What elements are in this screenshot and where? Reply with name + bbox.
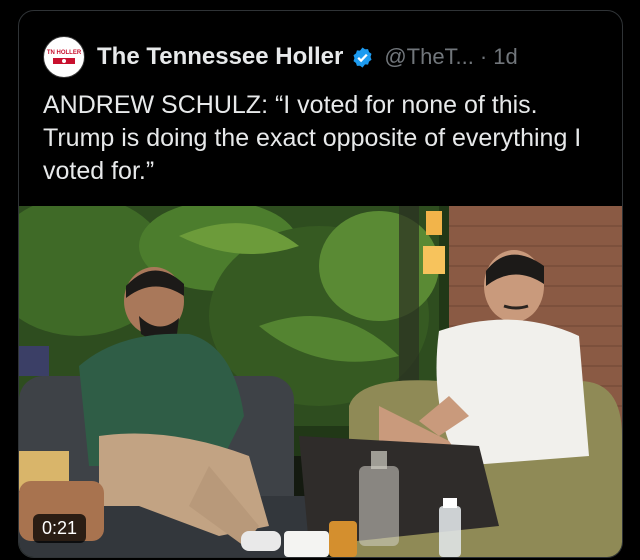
verified-badge-icon <box>351 46 374 69</box>
author-handle[interactable]: @TheT... <box>384 44 474 70</box>
tweet-text: ANDREW SCHULZ: “I voted for none of this… <box>43 91 582 185</box>
separator-dot: · <box>479 44 488 69</box>
avatar-logo-mark <box>53 58 75 64</box>
author-name[interactable]: The Tennessee Holler <box>97 43 343 71</box>
timestamp[interactable]: 1d <box>493 44 517 70</box>
video-player[interactable]: 0:21 <box>19 206 622 557</box>
video-thumbnail <box>19 206 622 557</box>
tweet-card[interactable]: TN HOLLER The Tennessee Holler @TheT... … <box>18 10 623 558</box>
video-duration-badge: 0:21 <box>33 514 87 543</box>
tweet-header: TN HOLLER The Tennessee Holler @TheT... … <box>43 36 606 78</box>
avatar[interactable]: TN HOLLER <box>43 36 85 78</box>
avatar-logo-text: TN HOLLER <box>46 50 82 56</box>
